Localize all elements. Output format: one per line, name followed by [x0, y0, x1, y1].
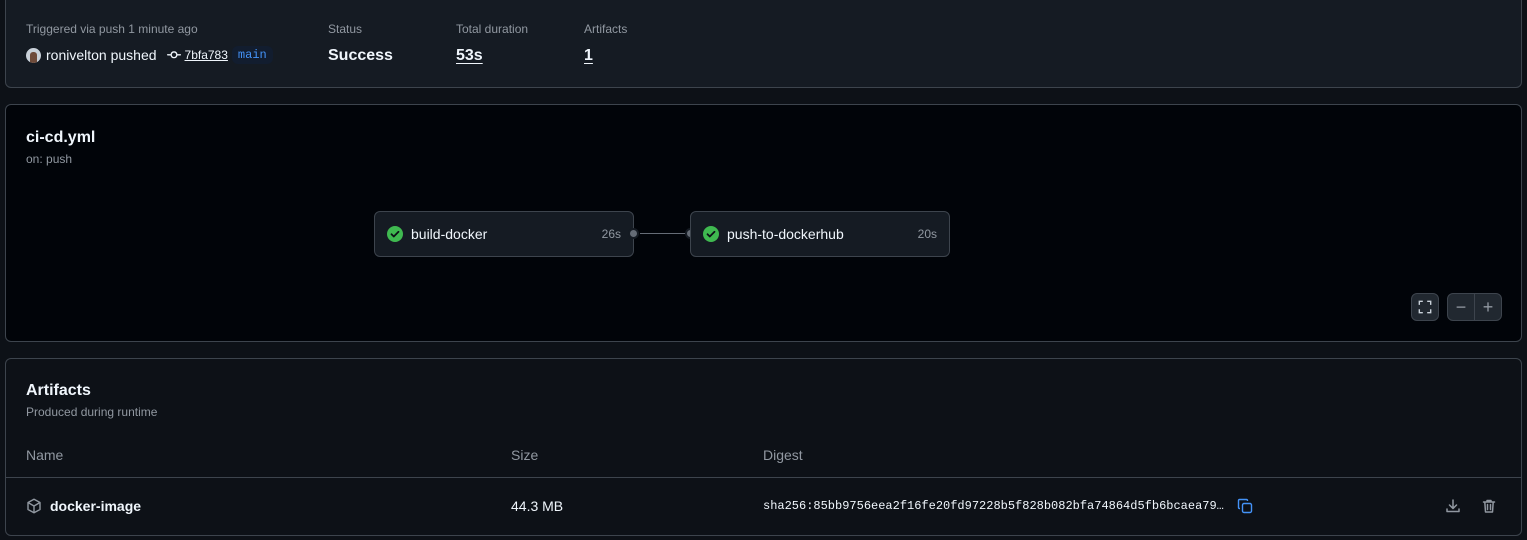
zoom-controls: − +	[1447, 293, 1502, 321]
git-commit-icon	[166, 48, 181, 62]
artifacts-subtitle: Produced during runtime	[26, 405, 158, 419]
commit-sha-link[interactable]: 7bfa783	[185, 48, 228, 62]
workflow-trigger: on: push	[26, 152, 73, 166]
job-output-node	[628, 228, 639, 239]
column-header-digest: Digest	[763, 447, 803, 463]
workflow-file-title: ci-cd.yml	[26, 129, 96, 146]
branch-badge[interactable]: main	[231, 46, 273, 64]
artifacts-label: Artifacts	[584, 22, 628, 36]
job-name: push-to-dockerhub	[727, 226, 844, 242]
job-duration: 20s	[917, 227, 937, 241]
check-circle-icon	[387, 226, 403, 242]
duration-column: Total duration 53s	[456, 21, 528, 66]
trigger-label: Triggered via push 1 minute ago	[26, 22, 198, 36]
pusher-name[interactable]: ronivelton pushed	[46, 47, 157, 63]
status-column: Status Success	[328, 21, 393, 66]
download-icon	[1446, 499, 1460, 513]
copy-icon	[1237, 498, 1253, 514]
column-header-size: Size	[511, 447, 539, 463]
trigger-column: Triggered via push 1 minute ago ronivelt…	[26, 21, 273, 64]
job-duration: 26s	[601, 227, 621, 241]
delete-artifact-button[interactable]	[1480, 497, 1498, 515]
run-summary-panel: Triggered via push 1 minute ago ronivelt…	[5, 0, 1522, 88]
download-artifact-button[interactable]	[1444, 497, 1462, 515]
fullscreen-button[interactable]	[1411, 293, 1439, 321]
zoom-in-button[interactable]: +	[1475, 294, 1501, 320]
status-label: Status	[328, 22, 363, 36]
copy-digest-button[interactable]	[1236, 497, 1254, 515]
column-header-name: Name	[26, 447, 64, 463]
status-value: Success	[328, 47, 393, 64]
artifacts-title: Artifacts	[26, 382, 91, 399]
fullscreen-icon	[1418, 300, 1432, 314]
table-divider	[6, 477, 1521, 478]
artifacts-count-link[interactable]: 1	[584, 46, 627, 66]
artifacts-column: Artifacts 1	[584, 21, 627, 66]
artifacts-panel: Artifacts Produced during runtime Name S…	[5, 358, 1522, 536]
workflow-graph-panel: ci-cd.yml on: push build-docker 26s push…	[5, 104, 1522, 342]
zoom-out-button[interactable]: −	[1448, 294, 1474, 320]
push-info: ronivelton pushed 7bfa783 main	[26, 46, 273, 64]
trash-icon	[1482, 499, 1496, 513]
artifact-size: 44.3 MB	[511, 498, 564, 514]
package-icon	[27, 498, 41, 514]
job-push-to-dockerhub[interactable]: push-to-dockerhub 20s	[690, 211, 950, 257]
artifact-digest: sha256:85bb9756eea2f16fe20fd97228b5f828b…	[763, 499, 1224, 513]
table-row-name[interactable]: docker-image	[26, 498, 141, 514]
job-name: build-docker	[411, 226, 488, 242]
avatar[interactable]	[26, 47, 41, 63]
job-build-docker[interactable]: build-docker 26s	[374, 211, 634, 257]
check-circle-icon	[703, 226, 719, 242]
duration-link[interactable]: 53s	[456, 46, 528, 66]
duration-label: Total duration	[456, 22, 529, 36]
artifact-name: docker-image	[50, 498, 142, 514]
